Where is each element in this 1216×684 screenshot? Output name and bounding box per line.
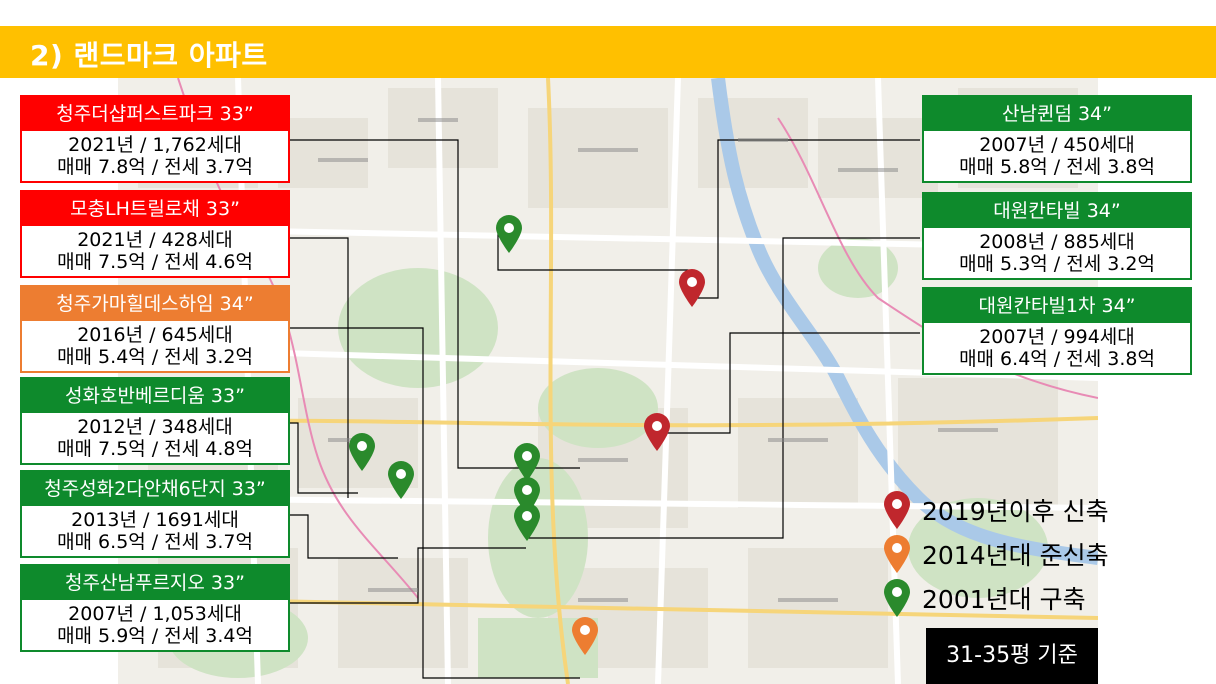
card-year-units: 2008년 / 885세대 [979,231,1135,253]
card-year-units: 2007년 / 450세대 [979,134,1135,156]
apartment-card-대원칸타빌[interactable]: 대원칸타빌 34” 2008년 / 885세대 매매 5.3억 / 전세 3.2… [922,192,1192,280]
map-pin-red-icon[interactable] [677,268,707,308]
card-year-units: 2013년 / 1691세대 [71,509,239,531]
card-title: 청주가마힐데스하임 34” [22,287,288,321]
legend-label: 2001년대 구축 [922,585,1086,614]
card-year-units: 2007년 / 1,053세대 [68,603,242,625]
card-prices: 매매 5.4억 / 전세 3.2억 [57,346,253,368]
header: 2) 랜드마크 아파트 [0,0,1216,78]
card-year-units: 2016년 / 645세대 [77,324,233,346]
card-prices: 매매 7.5억 / 전세 4.6억 [57,251,253,273]
card-prices: 매매 5.8억 / 전세 3.8억 [959,156,1155,178]
apartment-card-가마힐데스하임[interactable]: 청주가마힐데스하임 34” 2016년 / 645세대 매매 5.4억 / 전세… [20,285,290,373]
card-year-units: 2012년 / 348세대 [77,416,233,438]
map-pin-orange-icon [884,535,910,573]
map-pin-green-icon[interactable] [494,214,524,254]
apartment-card-대원칸타빌1차[interactable]: 대원칸타빌1차 34” 2007년 / 994세대 매매 6.4억 / 전세 3… [922,287,1192,375]
legend-label: 2014년대 준신축 [922,541,1109,570]
map-pin-green-icon[interactable] [386,460,416,500]
map-pin-orange-icon[interactable] [570,616,600,656]
apartment-card-산남푸르지오[interactable]: 청주산남푸르지오 33” 2007년 / 1,053세대 매매 5.9억 / 전… [20,564,290,652]
card-title: 산남퀸덤 34” [924,97,1190,131]
card-title: 청주산남푸르지오 33” [22,566,288,600]
legend: 2019년이후 신축 2014년대 준신축 2001년대 구축 [880,486,1140,618]
map-pin-red-icon[interactable] [642,412,672,452]
card-prices: 매매 7.5억 / 전세 4.8억 [57,438,253,460]
card-prices: 매매 6.5억 / 전세 3.7억 [57,531,253,553]
card-title: 성화호반베르디움 33” [22,379,288,413]
card-title: 대원칸타빌 34” [924,194,1190,228]
legend-item-semi-new: 2014년대 준신축 [880,530,1140,574]
card-year-units: 2021년 / 1,762세대 [68,134,242,156]
legend-item-new: 2019년이후 신축 [880,486,1140,530]
map-pin-green-icon [884,579,910,617]
map-pin-green-icon[interactable] [512,502,542,542]
legend-label: 2019년이후 신축 [922,497,1109,526]
card-prices: 매매 7.8억 / 전세 3.7억 [57,156,253,178]
card-prices: 매매 5.3억 / 전세 3.2억 [959,253,1155,275]
card-title: 대원칸타빌1차 34” [924,289,1190,323]
card-title: 청주더샵퍼스트파크 33” [22,97,288,131]
basis-label: 31-35평 기준 [926,628,1098,684]
apartment-card-성화2다안채6단지[interactable]: 청주성화2다안채6단지 33” 2013년 / 1691세대 매매 6.5억 /… [20,470,290,558]
map-pin-red-icon [884,491,910,529]
apartment-card-더샵퍼스트파크[interactable]: 청주더샵퍼스트파크 33” 2021년 / 1,762세대 매매 7.8억 / … [20,95,290,183]
card-title: 청주성화2다안채6단지 33” [22,472,288,506]
legend-item-old: 2001년대 구축 [880,574,1140,618]
card-prices: 매매 5.9억 / 전세 3.4억 [57,625,253,647]
card-prices: 매매 6.4억 / 전세 3.8억 [959,348,1155,370]
apartment-card-산남퀸덤[interactable]: 산남퀸덤 34” 2007년 / 450세대 매매 5.8억 / 전세 3.8억 [922,95,1192,183]
apartment-card-성화호반베르디움[interactable]: 성화호반베르디움 33” 2012년 / 348세대 매매 7.5억 / 전세 … [20,377,290,465]
card-title: 모충LH트릴로채 33” [22,192,288,226]
page-title: 2) 랜드마크 아파트 [30,39,268,72]
apartment-card-모충LH트릴로채[interactable]: 모충LH트릴로채 33” 2021년 / 428세대 매매 7.5억 / 전세 … [20,190,290,278]
card-year-units: 2021년 / 428세대 [77,229,233,251]
map-pin-green-icon[interactable] [347,432,377,472]
card-year-units: 2007년 / 994세대 [979,326,1135,348]
